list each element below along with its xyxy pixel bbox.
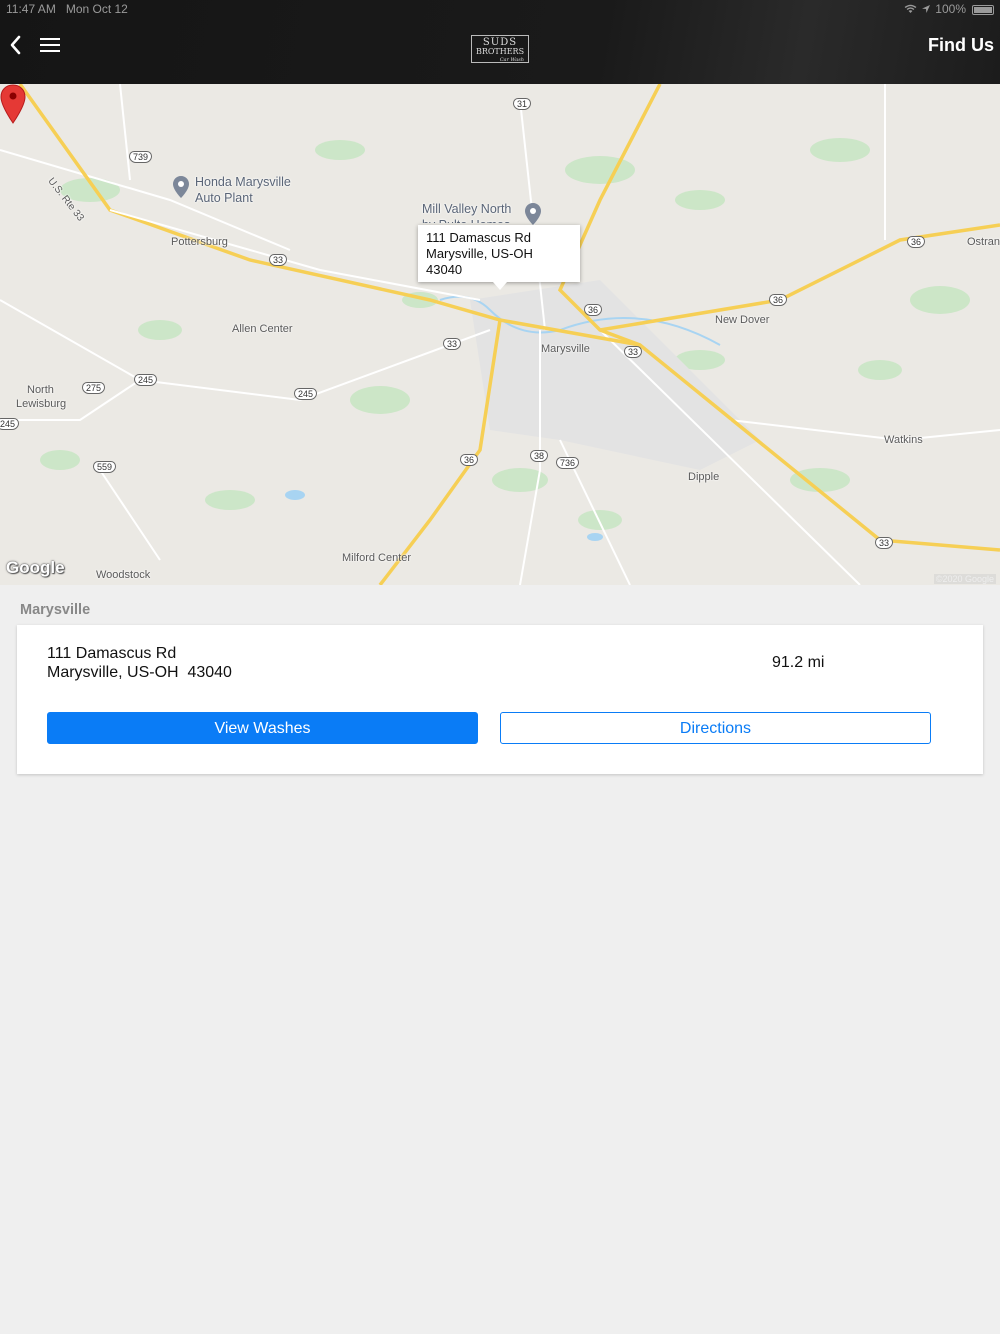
route-shield: 739: [129, 151, 153, 163]
route-shield: 33: [443, 338, 462, 350]
route-shield: 36: [460, 454, 479, 466]
place-label: New Dover: [715, 314, 770, 326]
back-chevron-icon[interactable]: [8, 32, 26, 58]
map-attribution[interactable]: ©2020 Google: [933, 574, 996, 584]
route-shield: 31: [513, 98, 532, 110]
location-arrow-icon: [922, 5, 931, 13]
battery-icon: [972, 5, 994, 15]
route-shield: 33: [269, 254, 288, 266]
battery-percent: 100%: [935, 2, 966, 16]
wifi-icon: [904, 4, 917, 13]
place-label: Milford Center: [342, 552, 412, 564]
suds-brothers-logo: SUDS BROTHERS Car Wash: [471, 35, 529, 63]
place-label: Lewisburg: [16, 398, 67, 410]
top-bar: 11:47 AM Mon Oct 12 100% SUDS BROTHERS C…: [0, 0, 1000, 84]
route-shield: 36: [584, 304, 603, 316]
place-label: Allen Center: [232, 323, 293, 335]
google-logo: Google: [6, 558, 65, 577]
poi-marker-icon[interactable]: [524, 202, 542, 226]
place-label: Pottersburg: [171, 236, 228, 248]
map-pin-icon[interactable]: [0, 84, 26, 124]
route-shield: 33: [875, 537, 894, 549]
poi-honda-label[interactable]: Honda Marysville Auto Plant: [195, 174, 291, 206]
route-shield: 559: [93, 461, 117, 473]
route-shield: 38: [530, 450, 549, 462]
status-indicators: 100%: [904, 2, 966, 16]
poi-marker-icon[interactable]: [172, 175, 190, 199]
route-shield: 33: [624, 346, 643, 358]
distance-label: 91.2 mi: [772, 654, 825, 671]
map-view[interactable]: Honda Marysville Auto Plant Mill Valley N…: [0, 84, 1000, 585]
place-label: Woodstock: [96, 569, 151, 581]
route-shield: 245: [0, 418, 20, 430]
location-callout[interactable]: 111 Damascus Rd Marysville, US-OH 43040: [418, 225, 580, 290]
address-line-2: Marysville, US-OH 43040: [47, 664, 232, 681]
route-shield: 36: [907, 236, 926, 248]
location-card: 111 Damascus Rd Marysville, US-OH 43040 …: [17, 625, 983, 774]
place-label: Watkins: [884, 434, 923, 446]
route-shield: 275: [82, 382, 106, 394]
place-label: North: [27, 384, 54, 396]
route-shield: 245: [294, 388, 318, 400]
route-shield: 736: [556, 457, 580, 469]
place-label: Dipple: [688, 471, 720, 483]
address-line-1: 111 Damascus Rd: [47, 645, 177, 662]
route-shield: 245: [134, 374, 158, 386]
section-header: Marysville: [20, 602, 91, 618]
route-shield: 36: [769, 294, 788, 306]
view-washes-button[interactable]: View Washes: [47, 712, 478, 744]
directions-button[interactable]: Directions: [500, 712, 931, 744]
page-title: Find Us: [928, 35, 994, 55]
place-label: Ostran: [967, 236, 1000, 248]
status-time-date: 11:47 AM Mon Oct 12: [6, 2, 128, 16]
hamburger-menu-icon[interactable]: [40, 38, 60, 54]
place-label: Marysville: [541, 343, 590, 355]
